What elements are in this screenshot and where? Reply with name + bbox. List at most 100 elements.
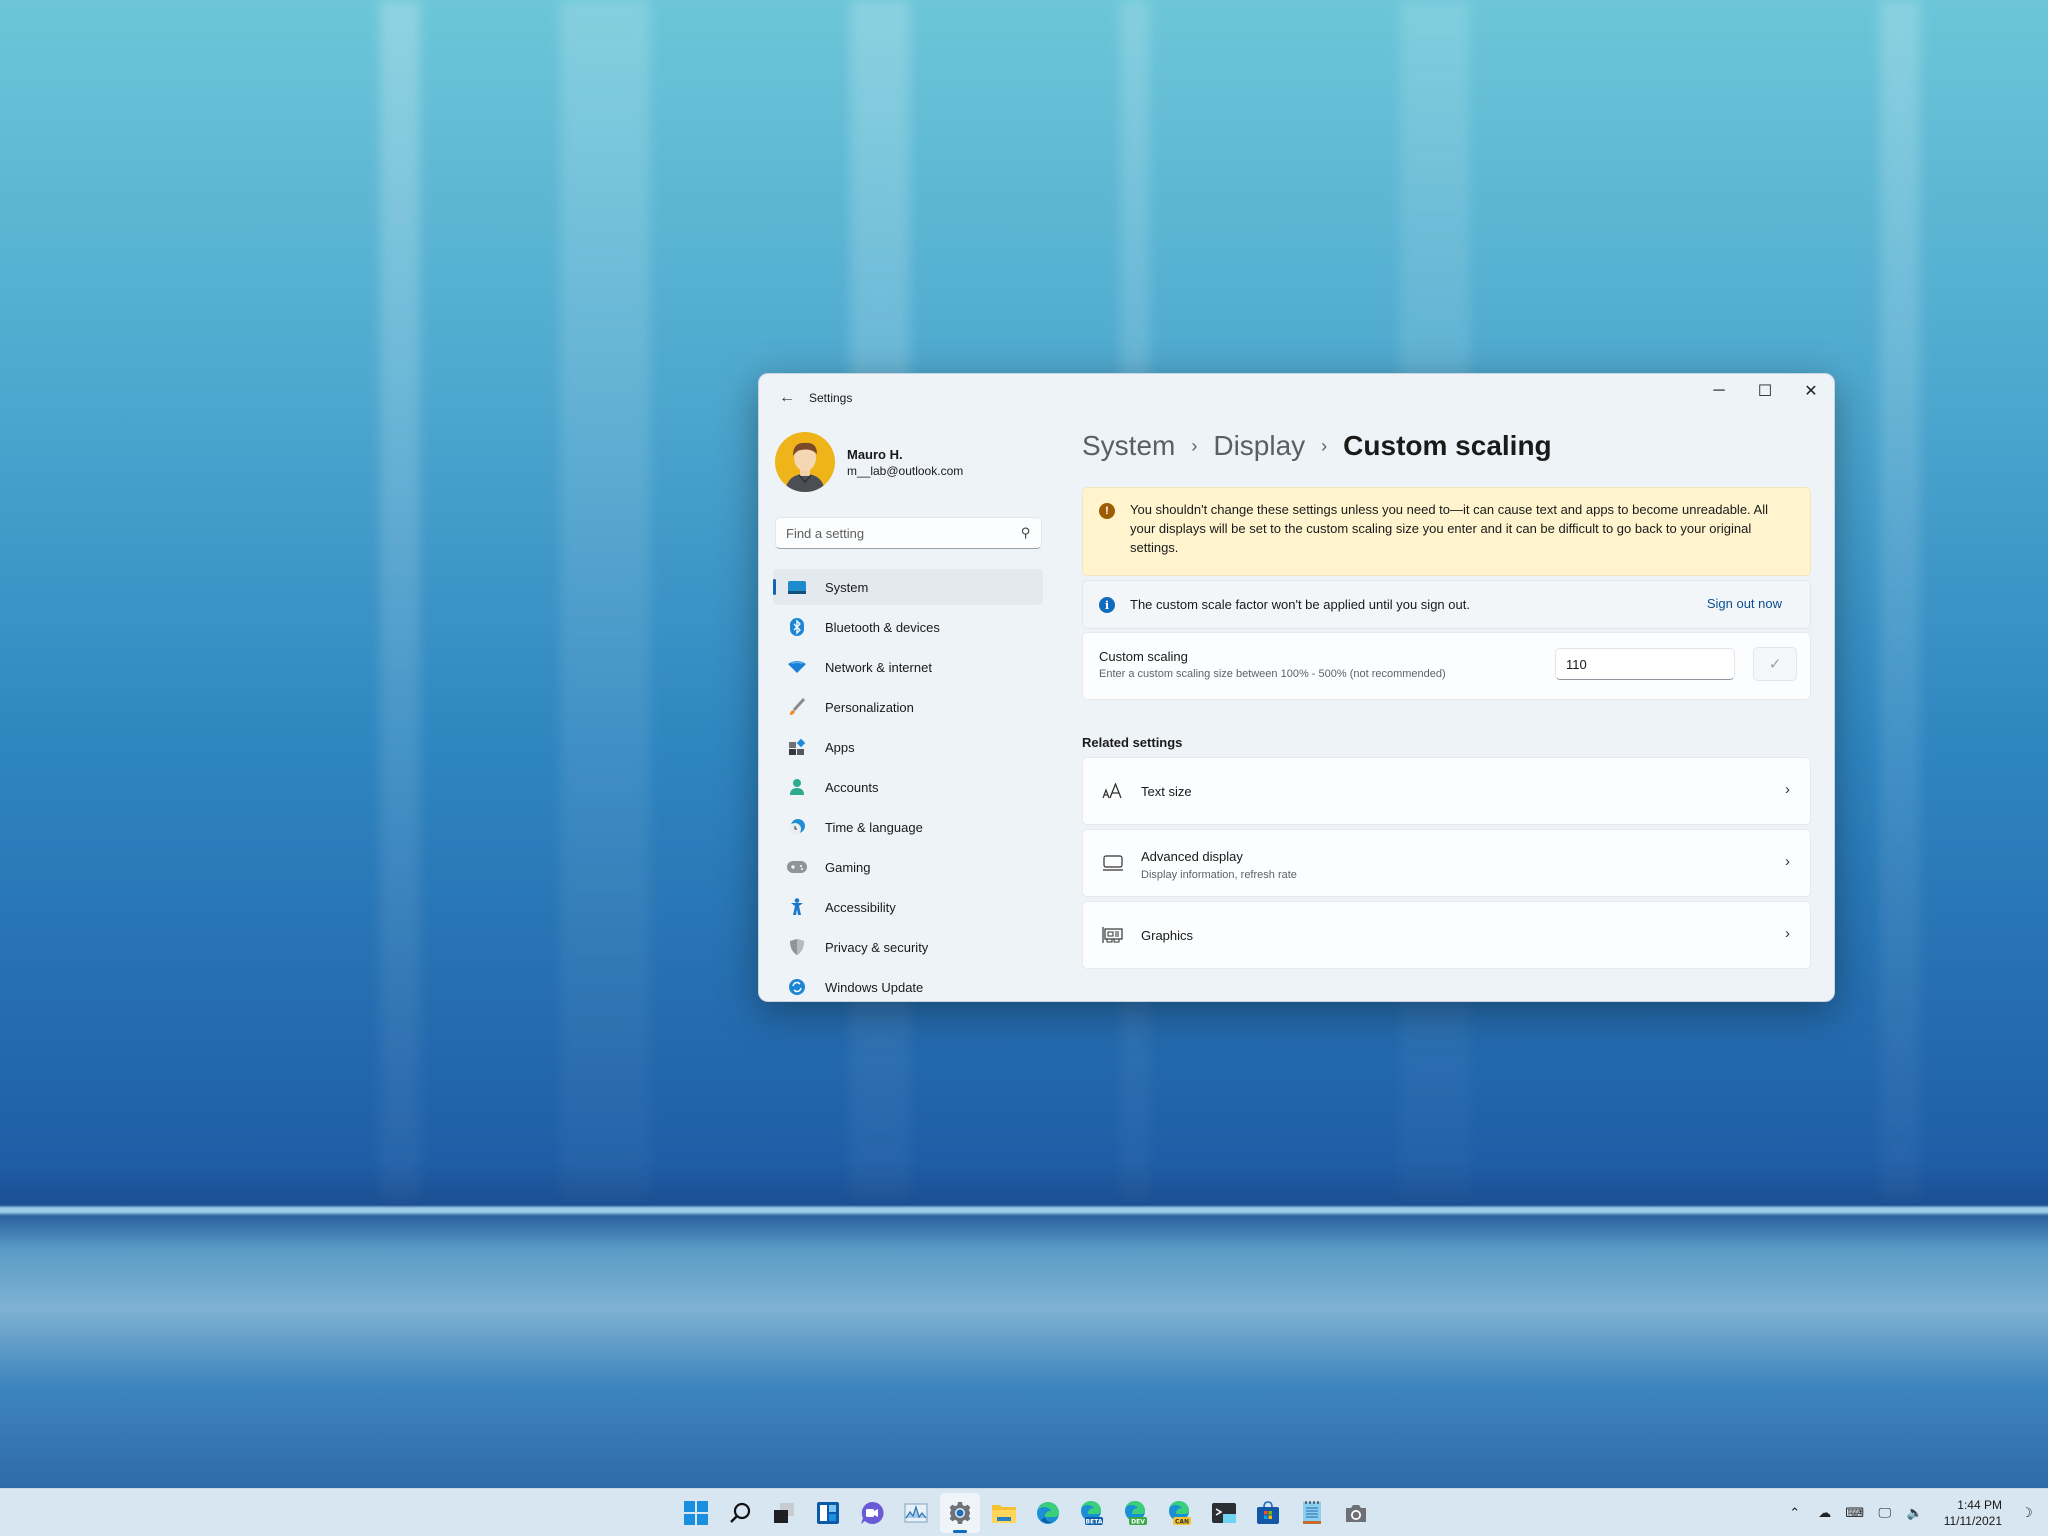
related-item-text-size[interactable]: Text size › [1082, 757, 1811, 825]
brush-icon [787, 697, 807, 717]
back-button[interactable]: ← [773, 384, 801, 412]
sidebar-item-gaming[interactable]: Gaming [773, 849, 1043, 885]
wifi-icon [787, 657, 807, 677]
sign-out-now-link[interactable]: Sign out now [1707, 596, 1782, 611]
system-tray: ⌃ ☁ ⌨ 🖵 🔈 1:44 PM 11/11/2021 ☽ [1780, 1489, 2048, 1536]
start-button[interactable] [676, 1493, 716, 1533]
onedrive-cloud-icon[interactable]: ☁ [1810, 1505, 1840, 1521]
notepad-button[interactable] [1292, 1493, 1332, 1533]
related-item-advanced-display[interactable]: Advanced display Display information, re… [1082, 829, 1811, 897]
custom-scaling-input[interactable] [1555, 648, 1735, 680]
edge-button[interactable] [1028, 1493, 1068, 1533]
search-icon[interactable]: ⚲ [1021, 525, 1031, 541]
profile-email: m__lab@outlook.com [847, 463, 964, 478]
minimize-button[interactable]: ─ [1696, 378, 1742, 404]
edge-icon [1037, 1502, 1059, 1524]
info-text: The custom scale factor won't be applied… [1130, 597, 1470, 612]
clock[interactable]: 1:44 PM 11/11/2021 [1944, 1497, 2002, 1529]
search-box[interactable]: ⚲ [775, 517, 1042, 549]
sidebar-item-label: Windows Update [825, 979, 924, 995]
sidebar-item-network[interactable]: Network & internet [773, 649, 1043, 685]
chevron-right-icon: › [1785, 781, 1790, 798]
update-icon [787, 977, 807, 997]
maximize-button[interactable]: ☐ [1742, 378, 1788, 404]
user-profile[interactable]: Mauro H. m__lab@outlook.com [775, 432, 963, 492]
sidebar-item-personalization[interactable]: Personalization [773, 689, 1043, 725]
custom-scaling-description: Enter a custom scaling size between 100%… [1099, 668, 1446, 680]
maximize-icon: ☐ [1757, 383, 1773, 400]
svg-text:CAN: CAN [1175, 1519, 1189, 1526]
search-icon [730, 1502, 751, 1523]
chat-button[interactable] [852, 1493, 892, 1533]
system-icon [787, 577, 807, 597]
breadcrumb-system[interactable]: System [1082, 430, 1175, 462]
task-view-button[interactable] [764, 1493, 804, 1533]
title-bar[interactable]: ← Settings ─ ☐ ✕ [759, 374, 1834, 422]
camera-button[interactable] [1336, 1493, 1376, 1533]
edge-beta-icon: BETA [1081, 1500, 1103, 1526]
chevron-up-icon[interactable]: ⌃ [1780, 1505, 1810, 1521]
notepad-icon [1303, 1501, 1321, 1524]
sidebar-item-system[interactable]: System [773, 569, 1043, 605]
terminal-icon [1212, 1503, 1236, 1523]
close-button[interactable]: ✕ [1788, 378, 1834, 404]
task-view-icon [774, 1503, 794, 1523]
edge-canary-button[interactable]: CAN [1160, 1493, 1200, 1533]
performance-monitor-button[interactable] [896, 1493, 936, 1533]
svg-text:DEV: DEV [1131, 1519, 1145, 1526]
widgets-button[interactable] [808, 1493, 848, 1533]
clock-globe-icon [787, 817, 807, 837]
sidebar-item-windows-update[interactable]: Windows Update [773, 969, 1043, 1001]
edge-dev-button[interactable]: DEV [1116, 1493, 1156, 1533]
gamepad-icon [787, 857, 807, 877]
text-size-icon [1101, 780, 1125, 802]
clock-time: 1:44 PM [1957, 1498, 2002, 1512]
sidebar-item-bluetooth[interactable]: Bluetooth & devices [773, 609, 1043, 645]
shield-icon [787, 937, 807, 957]
clock-date: 11/11/2021 [1943, 1514, 2002, 1528]
sidebar-item-label: Gaming [825, 859, 871, 875]
close-icon: ✕ [1804, 383, 1818, 400]
sidebar-item-apps[interactable]: Apps [773, 729, 1043, 765]
bluetooth-icon [787, 617, 807, 637]
sidebar-item-privacy-security[interactable]: Privacy & security [773, 929, 1043, 965]
folder-icon [992, 1505, 1016, 1523]
file-explorer-button[interactable] [984, 1493, 1024, 1533]
keyboard-icon[interactable]: ⌨ [1840, 1505, 1870, 1521]
warning-icon: ! [1099, 503, 1115, 519]
taskbar-apps: BETA DEV CAN [676, 1489, 1380, 1536]
sidebar-item-label: Network & internet [825, 659, 932, 675]
related-item-title: Graphics [1141, 928, 1194, 943]
sidebar-item-label: Privacy & security [825, 939, 929, 955]
chat-icon [861, 1501, 884, 1524]
settings-taskbar-button[interactable] [940, 1493, 980, 1533]
app-title: Settings [809, 391, 853, 405]
taskbar-search-button[interactable] [720, 1493, 760, 1533]
store-icon [1257, 1501, 1279, 1524]
sidebar-item-accessibility[interactable]: Accessibility [773, 889, 1043, 925]
sidebar-item-time-language[interactable]: Time & language [773, 809, 1043, 845]
breadcrumb-separator: › [1321, 435, 1328, 456]
related-item-title: Text size [1141, 784, 1192, 799]
taskbar: BETA DEV CAN ⌃ ☁ ⌨ 🖵 🔈 1:44 PM 11/11/202… [0, 1488, 2048, 1536]
terminal-button[interactable] [1204, 1493, 1244, 1533]
sidebar-item-label: Time & language [825, 819, 923, 835]
microsoft-store-button[interactable] [1248, 1493, 1288, 1533]
sidebar-item-accounts[interactable]: Accounts [773, 769, 1043, 805]
sidebar-item-label: Accounts [825, 779, 879, 795]
search-input[interactable] [786, 525, 1022, 541]
widgets-icon [817, 1502, 839, 1524]
chevron-right-icon: › [1785, 925, 1790, 942]
settings-window: ← Settings ─ ☐ ✕ Mauro H. m__lab@outlook… [758, 373, 1835, 1002]
network-icon[interactable]: 🖵 [1870, 1505, 1900, 1521]
back-arrow-icon: ← [779, 389, 795, 406]
page-title: Custom scaling [1343, 430, 1552, 461]
apply-button[interactable]: ✓ [1753, 647, 1797, 681]
sidebar-item-label: Personalization [825, 699, 914, 715]
edge-beta-button[interactable]: BETA [1072, 1493, 1112, 1533]
related-item-graphics[interactable]: Graphics › [1082, 901, 1811, 969]
breadcrumb-display[interactable]: Display [1213, 430, 1305, 462]
focus-assist-moon-icon[interactable]: ☽ [2012, 1505, 2042, 1521]
breadcrumb-separator: › [1191, 435, 1198, 456]
volume-icon[interactable]: 🔈 [1900, 1505, 1930, 1521]
